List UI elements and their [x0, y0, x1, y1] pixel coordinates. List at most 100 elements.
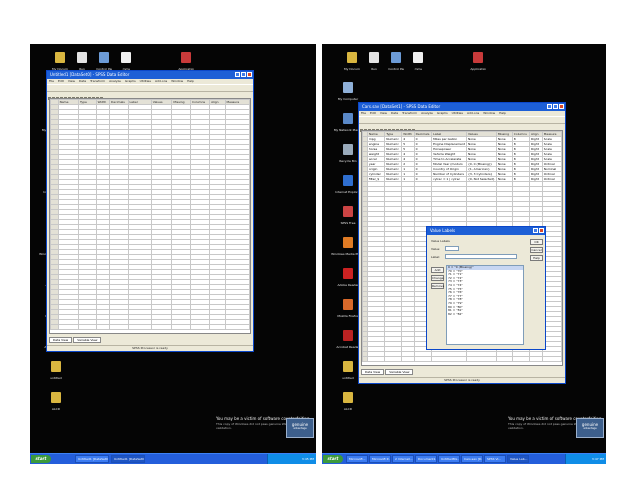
menu-analyze[interactable]: Analyze: [421, 111, 433, 115]
clock[interactable]: 3:47 PM: [592, 454, 604, 464]
taskbar-button[interactable]: SPSS Vi...: [484, 455, 506, 463]
taskbar-button[interactable]: Document1...: [415, 455, 437, 463]
table-row[interactable]: [50, 324, 250, 330]
list-item[interactable]: 82 = "82": [447, 312, 523, 317]
menu-edit[interactable]: Edit: [370, 111, 376, 115]
menu-add-ons[interactable]: Add-ons: [155, 79, 167, 83]
column-header[interactable]: Decimals: [413, 131, 433, 137]
cancel-button[interactable]: Cancel: [530, 247, 543, 253]
taskbar-button[interactable]: UntitledMx...: [438, 455, 460, 463]
maximize-icon[interactable]: [241, 72, 246, 77]
table-cell[interactable]: [224, 324, 250, 330]
ok-button[interactable]: OK: [530, 239, 543, 245]
menu-add-ons[interactable]: Add-ons: [467, 111, 479, 115]
table-cell[interactable]: [95, 324, 111, 330]
table-cell[interactable]: Number of Cylinders: [431, 171, 467, 177]
table-row[interactable]: year Numeric 2 0 Model Year (modulo {0, 0 (Mi…: [362, 161, 562, 167]
table-cell[interactable]: [431, 356, 467, 362]
start-button[interactable]: start: [31, 455, 51, 463]
close-icon[interactable]: [539, 228, 544, 233]
desktop-icon[interactable]: mms: [410, 48, 426, 77]
menu-file[interactable]: File: [49, 79, 54, 83]
value-input[interactable]: [445, 246, 459, 251]
table-cell[interactable]: [150, 324, 173, 330]
menu-data[interactable]: Data: [391, 111, 398, 115]
desktop-icon[interactable]: Run: [366, 48, 382, 77]
menu-transform[interactable]: Transform: [90, 79, 105, 83]
start-button[interactable]: start: [323, 455, 343, 463]
table-cell[interactable]: [465, 356, 497, 362]
menu-file[interactable]: File: [361, 111, 366, 115]
table-cell[interactable]: [171, 324, 191, 330]
menu-window[interactable]: Window: [171, 79, 183, 83]
value-labels-list[interactable]: 0 = "0 (Missing)" 70 = "70" 71 = "71" 72 = …: [446, 265, 524, 345]
tab-variable-view[interactable]: Variable View: [73, 337, 102, 343]
clock[interactable]: 3:45 PM: [302, 454, 314, 464]
table-cell[interactable]: [57, 324, 79, 330]
table-cell[interactable]: [401, 356, 415, 362]
table-cell[interactable]: [366, 356, 386, 362]
menu-graphs[interactable]: Graphs: [125, 79, 136, 83]
window-title-bar[interactable]: Cars.sav [DataSet1] - SPSS Data Editor: [359, 103, 565, 111]
table-row[interactable]: engine Numeric 5 0 Engine Displacement None No…: [362, 141, 562, 147]
close-icon[interactable]: [247, 72, 252, 77]
table-cell[interactable]: [511, 356, 531, 362]
menu-data[interactable]: Data: [79, 79, 86, 83]
menu-graphs[interactable]: Graphs: [437, 111, 448, 115]
help-icon[interactable]: [533, 228, 538, 233]
table-cell[interactable]: {3, 3 Cylinders}: [465, 171, 497, 177]
table-cell[interactable]: [495, 356, 513, 362]
desktop-icon[interactable]: Control Panel: [388, 48, 404, 77]
table-cell[interactable]: [529, 356, 543, 362]
table-cell[interactable]: Engine Displacement: [431, 141, 467, 147]
table-cell[interactable]: {0, Not Selected}: [465, 176, 497, 182]
window-title-bar[interactable]: Untitled1 [DataSet0] - SPSS Data Editor: [47, 71, 253, 79]
table-cell[interactable]: [127, 324, 152, 330]
taskbar-button-active[interactable]: Untitled1 [DataSet0]...: [111, 455, 145, 463]
menu-utilities[interactable]: Utilities: [140, 79, 151, 83]
desktop-icon[interactable]: ALCD: [32, 388, 80, 417]
help-button[interactable]: Help: [530, 255, 543, 261]
change-button[interactable]: Change: [431, 275, 444, 281]
table-cell[interactable]: [209, 324, 226, 330]
desktop-icon[interactable]: Application...: [470, 48, 486, 77]
taskbar-button[interactable]: 2 Internet...: [392, 455, 414, 463]
minimize-icon[interactable]: [235, 72, 240, 77]
taskbar-button[interactable]: Untitled1 [DataSet0]...: [75, 455, 109, 463]
table-cell[interactable]: [384, 356, 403, 362]
table-cell[interactable]: Time to Accelerate: [431, 156, 467, 162]
menu-window[interactable]: Window: [483, 111, 495, 115]
table-cell[interactable]: [413, 356, 433, 362]
table-cell[interactable]: [109, 324, 129, 330]
tab-data-view[interactable]: Data View: [49, 337, 73, 343]
desktop-icon[interactable]: ALCD: [324, 388, 372, 417]
column-header[interactable]: Columns: [511, 131, 531, 137]
table-cell[interactable]: {0, 0 (Missing)}: [465, 161, 497, 167]
table-cell[interactable]: [189, 324, 211, 330]
tab-data-view[interactable]: Data View: [361, 369, 385, 375]
genuine-advantage-badge[interactable]: genuine advantage: [576, 418, 604, 438]
row-number-cell[interactable]: [50, 324, 59, 330]
table-cell[interactable]: [541, 356, 562, 362]
table-row[interactable]: [362, 356, 562, 362]
taskbar-button[interactable]: Cars.sav [D...: [461, 455, 483, 463]
table-cell[interactable]: [77, 324, 97, 330]
taskbar-button[interactable]: Microsoft P...: [369, 455, 391, 463]
add-button[interactable]: Add: [431, 267, 444, 273]
taskbar-button-active[interactable]: Value Lab...: [507, 455, 529, 463]
table-row[interactable]: cylinder Numeric 1 0 Number of Cylinders {3, …: [362, 171, 562, 177]
menu-help[interactable]: Help: [187, 79, 194, 83]
maximize-icon[interactable]: [553, 104, 558, 109]
menu-help[interactable]: Help: [499, 111, 506, 115]
taskbar-button[interactable]: Microsoft...: [346, 455, 368, 463]
menu-utilities[interactable]: Utilities: [452, 111, 463, 115]
menu-edit[interactable]: Edit: [58, 79, 64, 83]
genuine-advantage-badge[interactable]: genuine advantage: [286, 418, 314, 438]
desktop-icon[interactable]: untitled: [32, 357, 80, 386]
remove-button[interactable]: Remove: [431, 283, 444, 289]
menu-view[interactable]: View: [68, 79, 75, 83]
table-cell[interactable]: Model Year (modulo: [431, 161, 467, 167]
dialog-title-bar[interactable]: Value Labels: [427, 227, 545, 235]
menu-analyze[interactable]: Analyze: [109, 79, 121, 83]
menu-view[interactable]: View: [380, 111, 387, 115]
